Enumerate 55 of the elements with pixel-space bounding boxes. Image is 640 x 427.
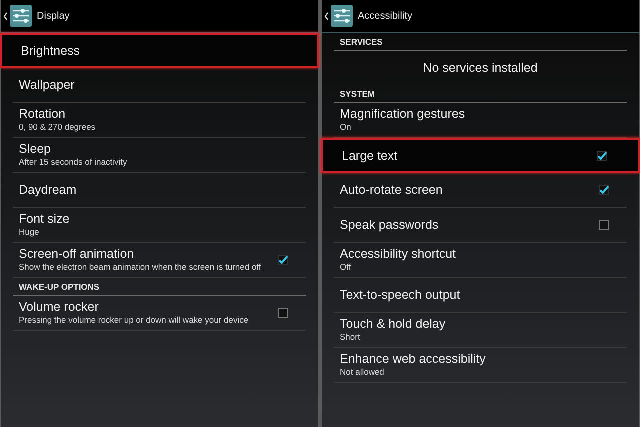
checkbox[interactable] <box>597 150 607 160</box>
checkbox[interactable] <box>278 308 288 318</box>
setting-title: Volume rocker <box>19 300 100 314</box>
setting-item[interactable]: Auto-rotate screen <box>334 173 627 208</box>
checkbox[interactable] <box>278 255 288 265</box>
setting-item[interactable]: Enhance web accessibility Not allowed <box>334 348 627 383</box>
setting-item[interactable]: Touch & hold delay Short <box>334 313 627 348</box>
setting-title: Large text <box>342 148 399 162</box>
setting-title: Screen-off animation <box>19 247 136 262</box>
category-header: WAKE-UP OPTIONS <box>13 278 306 296</box>
setting-title: Touch & hold delay <box>340 317 447 332</box>
setting-summary: Off <box>340 262 352 273</box>
setting-summary: Huge <box>19 227 40 238</box>
setting-item[interactable]: Wallpaper <box>13 68 306 103</box>
setting-item[interactable]: Font size Huge <box>13 208 306 243</box>
setting-item[interactable]: Large text <box>321 138 640 173</box>
setting-item[interactable]: Screen-off animation Show the electron beam animation when the screen is turned off <box>13 243 306 278</box>
setting-item[interactable]: Brightness <box>0 33 319 68</box>
setting-title: Brightness <box>21 44 82 58</box>
setting-title: Accessibility shortcut <box>340 247 458 262</box>
setting-item[interactable]: Daydream <box>13 173 306 208</box>
setting-summary: Pressing the volume rocker up or down will wake your device <box>19 315 250 326</box>
setting-summary: Not allowed <box>340 367 386 378</box>
settings-icon <box>331 5 353 27</box>
setting-title: Enhance web accessibility <box>340 352 487 366</box>
setting-summary: Short <box>340 332 362 343</box>
setting-item[interactable]: Text-to-speech output <box>334 278 627 313</box>
setting-summary: On <box>340 122 352 133</box>
checkbox[interactable] <box>599 220 609 230</box>
setting-title: Speak passwords <box>340 218 440 232</box>
setting-item[interactable]: Rotation 0, 90 & 270 degrees <box>13 103 306 138</box>
settings-icon <box>10 5 32 27</box>
setting-title: Sleep <box>19 142 52 156</box>
setting-summary: Show the electron beam animation when the screen is turned off <box>19 262 262 273</box>
setting-title: Auto-rotate screen <box>340 183 444 197</box>
setting-title: Wallpaper <box>19 78 76 92</box>
back-icon[interactable] <box>324 12 329 20</box>
setting-summary: After 15 seconds of inactivity <box>19 157 128 168</box>
screen-title: Accessibility <box>358 10 412 22</box>
setting-item[interactable]: Speak passwords <box>334 208 627 243</box>
setting-title: Rotation <box>19 107 67 122</box>
category-header: SYSTEM <box>334 85 627 103</box>
back-icon[interactable] <box>3 12 8 20</box>
setting-summary: 0, 90 & 270 degrees <box>19 122 97 133</box>
setting-item[interactable]: Accessibility shortcut Off <box>334 243 627 278</box>
setting-title: Font size <box>19 212 71 226</box>
setting-item[interactable]: Volume rocker Pressing the volume rocker up or down will wake your device <box>13 296 306 331</box>
setting-title: Daydream <box>19 183 78 197</box>
empty-message: No services installed <box>422 60 539 77</box>
screen-title: Display <box>37 10 70 22</box>
category-header: SERVICES <box>334 33 627 51</box>
checkbox[interactable] <box>599 185 609 195</box>
setting-title: Text-to-speech output <box>340 288 462 302</box>
setting-title: Magnification gestures <box>340 107 466 122</box>
setting-item[interactable]: Sleep After 15 seconds of inactivity <box>13 138 306 173</box>
